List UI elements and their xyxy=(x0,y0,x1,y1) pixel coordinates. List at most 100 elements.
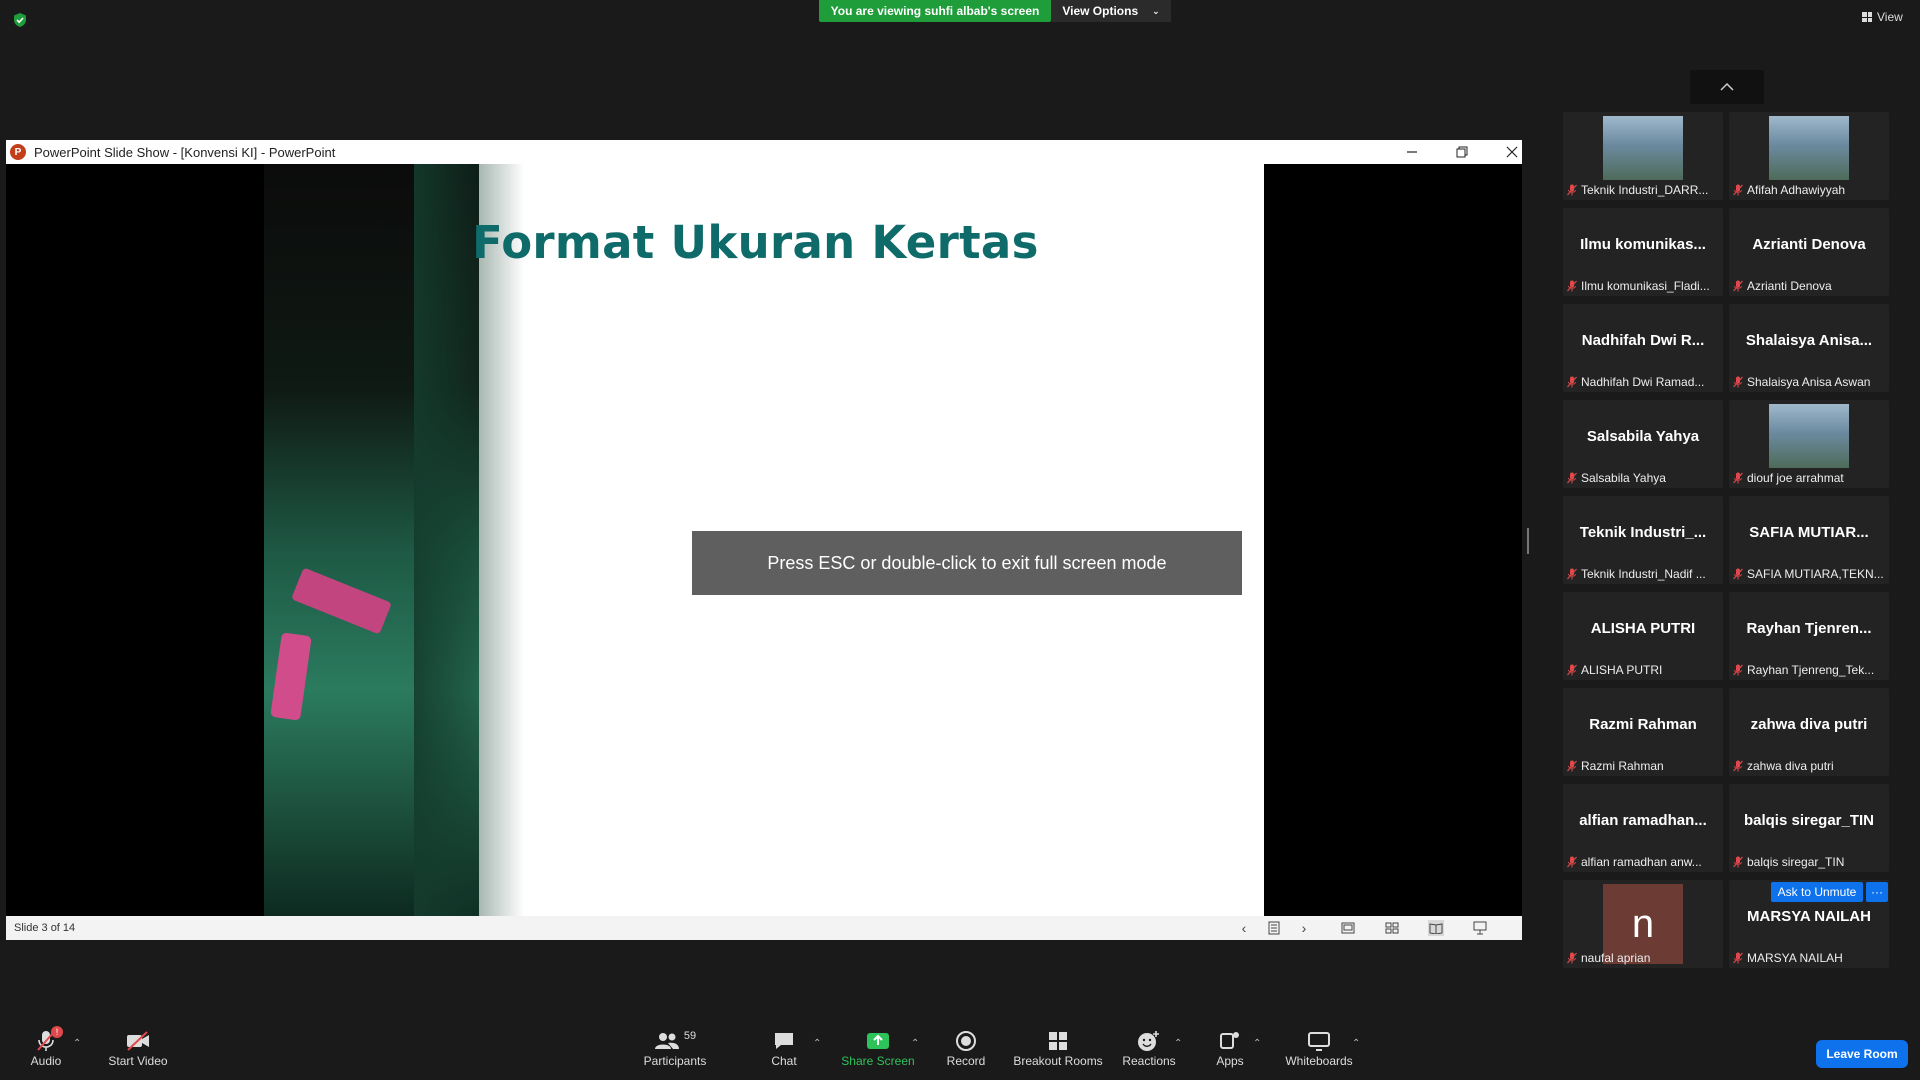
participant-tile[interactable]: Teknik Industri_DARR... xyxy=(1563,112,1723,200)
minimize-button[interactable] xyxy=(1392,140,1432,164)
whiteboards-button[interactable]: Whiteboards xyxy=(1282,1028,1356,1068)
whiteboards-label: Whiteboards xyxy=(1285,1054,1353,1068)
participant-name-display: Teknik Industri_... xyxy=(1579,524,1707,541)
audio-label: Audio xyxy=(30,1054,62,1068)
participant-name: balqis siregar_TIN xyxy=(1747,855,1845,869)
restore-button[interactable] xyxy=(1442,140,1482,164)
participant-tile[interactable]: Azrianti Denova Azrianti Denova xyxy=(1729,208,1889,296)
chat-options-caret[interactable]: ⌃ xyxy=(813,1038,821,1049)
leave-room-button[interactable]: Leave Room xyxy=(1816,1040,1908,1068)
close-icon xyxy=(1506,146,1518,158)
participant-name-label: naufal aprian xyxy=(1567,951,1650,965)
participant-name: SAFIA MUTIARA,TEKN... xyxy=(1747,567,1884,581)
participant-name-display: Rayhan Tjenren... xyxy=(1746,620,1872,637)
breakout-rooms-button[interactable]: Breakout Rooms xyxy=(1013,1028,1103,1068)
view-options-button[interactable]: View Options ⌄ xyxy=(1051,0,1171,22)
record-button[interactable]: Record xyxy=(946,1028,986,1068)
slide[interactable]: Format Ukuran Kertas Press ESC or double… xyxy=(264,164,1264,916)
more-options-button[interactable]: ··· xyxy=(1866,882,1888,902)
view-label: View xyxy=(1877,10,1903,24)
slide-counter: Slide 3 of 14 xyxy=(14,922,76,934)
participant-video xyxy=(1603,116,1683,180)
slide-sorter-icon xyxy=(1385,922,1399,934)
participant-tile[interactable]: Afifah Adhawiyyah xyxy=(1729,112,1889,200)
scroll-up-button[interactable] xyxy=(1690,70,1764,104)
window-title: PowerPoint Slide Show - [Konvensi KI] - … xyxy=(34,144,336,160)
participant-name-display: ALISHA PUTRI xyxy=(1590,620,1696,637)
participant-name-display: Nadhifah Dwi R... xyxy=(1581,332,1705,349)
participant-name-display: SAFIA MUTIAR... xyxy=(1749,524,1869,541)
chevron-up-icon xyxy=(1720,83,1734,91)
apps-button[interactable]: Apps xyxy=(1210,1028,1250,1068)
participant-name-label: Ilmu komunikasi_Fladi... xyxy=(1567,279,1710,293)
participant-name-display: alfian ramadhan... xyxy=(1579,812,1707,829)
participant-tile[interactable]: zahwa diva putri zahwa diva putri xyxy=(1729,688,1889,776)
participant-name-label: Teknik Industri_DARR... xyxy=(1567,183,1708,197)
participant-tile[interactable]: Shalaisya Anisa... Shalaisya Anisa Aswan xyxy=(1729,304,1889,392)
microphone-muted-icon xyxy=(1733,568,1743,580)
start-video-button[interactable]: Start Video xyxy=(106,1028,170,1068)
audio-options-caret[interactable]: ⌃ xyxy=(73,1038,81,1049)
participant-name-display: MARSYA NAILAH xyxy=(1747,908,1871,925)
chat-button[interactable]: Chat xyxy=(766,1028,802,1068)
participant-tile[interactable]: ALISHA PUTRI ALISHA PUTRI xyxy=(1563,592,1723,680)
ask-to-unmute-button[interactable]: Ask to Unmute xyxy=(1771,882,1863,902)
reactions-options-caret[interactable]: ⌃ xyxy=(1174,1038,1182,1049)
participant-tile[interactable]: Razmi Rahman Razmi Rahman xyxy=(1563,688,1723,776)
participant-name-display: Azrianti Denova xyxy=(1752,236,1866,253)
start-video-label: Start Video xyxy=(108,1054,168,1068)
close-button[interactable] xyxy=(1492,140,1532,164)
participant-tile[interactable]: n naufal aprian xyxy=(1563,880,1723,968)
reading-view-button[interactable] xyxy=(1428,920,1444,936)
participant-tile[interactable]: Nadhifah Dwi R... Nadhifah Dwi Ramad... xyxy=(1563,304,1723,392)
reading-view-icon xyxy=(1429,923,1443,934)
participant-name: Afifah Adhawiyyah xyxy=(1747,183,1846,197)
microphone-muted-icon xyxy=(1733,280,1743,292)
panel-splitter[interactable] xyxy=(1527,528,1529,554)
participant-name: diouf joe arrahmat xyxy=(1747,471,1844,485)
powerpoint-icon: P xyxy=(10,144,26,160)
participant-tile[interactable]: balqis siregar_TIN balqis siregar_TIN xyxy=(1729,784,1889,872)
whiteboards-options-caret[interactable]: ⌃ xyxy=(1352,1038,1360,1049)
participant-tile[interactable]: Teknik Industri_... Teknik Industri_Nadif… xyxy=(1563,496,1723,584)
view-button[interactable]: View xyxy=(1862,10,1903,24)
reactions-button[interactable]: Reactions xyxy=(1121,1028,1177,1068)
next-slide-button[interactable]: › xyxy=(1296,920,1312,936)
apps-label: Apps xyxy=(1216,1054,1244,1068)
whiteboard-icon xyxy=(1308,1032,1330,1051)
participant-name: Nadhifah Dwi Ramad... xyxy=(1581,375,1705,389)
participant-tile[interactable]: SAFIA MUTIAR... SAFIA MUTIARA,TEKN... xyxy=(1729,496,1889,584)
microphone-muted-icon xyxy=(1733,856,1743,868)
participant-name: Shalaisya Anisa Aswan xyxy=(1747,375,1871,389)
shield-icon[interactable] xyxy=(12,12,28,28)
participant-tile[interactable]: Salsabila Yahya Salsabila Yahya xyxy=(1563,400,1723,488)
participant-name-label: ALISHA PUTRI xyxy=(1567,663,1662,677)
share-screen-button[interactable]: Share Screen xyxy=(840,1028,916,1068)
previous-slide-button[interactable]: ‹ xyxy=(1236,920,1252,936)
microphone-muted-icon xyxy=(1567,184,1577,196)
slide-sorter-view-button[interactable] xyxy=(1384,920,1400,936)
fullscreen-exit-notice: Press ESC or double-click to exit full s… xyxy=(692,531,1242,595)
view-options-label: View Options xyxy=(1062,4,1139,18)
participant-name-display: Razmi Rahman xyxy=(1589,716,1697,733)
microphone-muted-icon xyxy=(1567,376,1577,388)
participant-tile[interactable]: Rayhan Tjenren... Rayhan Tjenreng_Tek... xyxy=(1729,592,1889,680)
slideshow-statusbar: Slide 3 of 14 ‹ › xyxy=(6,916,1522,940)
share-options-caret[interactable]: ⌃ xyxy=(911,1038,919,1049)
audio-button[interactable]: ! Audio xyxy=(28,1026,64,1068)
slide-sorter-button[interactable] xyxy=(1266,920,1282,936)
participant-tile[interactable]: Ilmu komunikas... Ilmu komunikasi_Fladi..… xyxy=(1563,208,1723,296)
participant-name: Azrianti Denova xyxy=(1747,279,1832,293)
slideshow-view-button[interactable] xyxy=(1472,920,1488,936)
participants-label: Participants xyxy=(643,1054,707,1068)
participant-tile[interactable]: diouf joe arrahmat xyxy=(1729,400,1889,488)
participant-name-label: Shalaisya Anisa Aswan xyxy=(1733,375,1870,389)
apps-options-caret[interactable]: ⌃ xyxy=(1253,1038,1261,1049)
chalkboard-edge xyxy=(414,164,524,916)
smiley-icon xyxy=(1138,1031,1159,1051)
participants-button[interactable]: 59 Participants xyxy=(640,1028,710,1068)
chevron-left-icon: ‹ xyxy=(1241,920,1247,936)
apps-icon xyxy=(1220,1032,1239,1049)
normal-view-button[interactable] xyxy=(1340,920,1356,936)
participant-tile[interactable]: alfian ramadhan... alfian ramadhan anw... xyxy=(1563,784,1723,872)
